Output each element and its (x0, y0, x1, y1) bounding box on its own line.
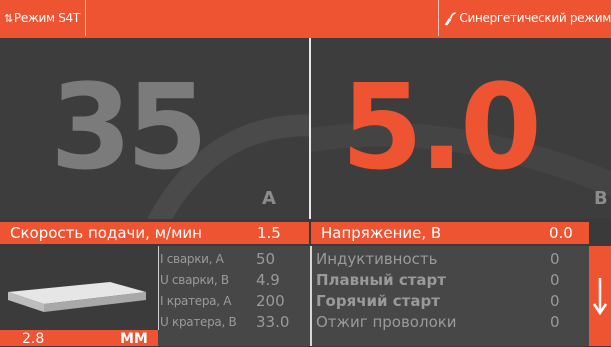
synergic-mode-button[interactable]: Синергетический режим (438, 0, 611, 36)
param-label: U сварки, В (160, 272, 229, 287)
mode-button[interactable]: ⇅ Режим S4T (0, 0, 86, 36)
param-value: 33.0 (256, 312, 290, 331)
voltage-unit: B (594, 188, 608, 209)
arrow-down-icon (593, 278, 607, 316)
thickness-bar[interactable]: 2.8 ММ (0, 330, 158, 347)
param-label: Отжиг проволоки (316, 312, 457, 331)
param-label: Горячий старт (316, 291, 440, 310)
wire-speed-label: Скорость подачи, м/мин (10, 224, 202, 242)
advanced-params-list: Индуктивность 0 Плавный старт 0 Горячий … (316, 248, 586, 332)
metal-plate-icon (8, 282, 146, 312)
param-label: Плавный старт (316, 270, 446, 289)
list-item[interactable]: U кратера, В 33.0 (160, 311, 310, 332)
param-label: I сварки, А (160, 251, 224, 266)
up-down-arrows-icon: ⇅ (4, 11, 13, 25)
bottom-divider (310, 246, 312, 346)
voltage-param-value: 0.0 (549, 224, 573, 242)
list-item[interactable]: U сварки, В 4.9 (160, 269, 310, 290)
param-value: 50 (256, 249, 276, 268)
welding-params-list: I сварки, А 50 U сварки, В 4.9 I кратера… (160, 248, 310, 332)
list-item[interactable]: I сварки, А 50 (160, 248, 310, 269)
voltage-param[interactable]: Напряжение, В 0.0 (311, 222, 589, 244)
scroll-down-button[interactable] (589, 246, 611, 346)
list-item[interactable]: Горячий старт 0 (316, 290, 586, 311)
mode-label: Режим S4T (13, 11, 80, 25)
list-item[interactable]: Отжиг проволоки 0 (316, 311, 586, 332)
thickness-unit: ММ (120, 331, 148, 347)
current-value: 35 (50, 58, 208, 196)
list-item[interactable]: I кратера, А 200 (160, 290, 310, 311)
list-item[interactable]: Плавный старт 0 (316, 269, 586, 290)
voltage-param-label: Напряжение, В (321, 224, 442, 242)
wire-speed-value: 1.5 (257, 224, 281, 242)
top-bar: ⇅ Режим S4T Синергетический режим (0, 0, 611, 38)
param-label: U кратера, В (160, 314, 237, 329)
param-value: 0 (550, 270, 560, 289)
voltage-value: 5.0 (341, 58, 542, 196)
current-unit: A (262, 188, 276, 209)
voltage-panel[interactable]: 5.0 B (311, 38, 611, 219)
param-value: 4.9 (256, 270, 280, 289)
current-panel[interactable]: 35 A (0, 38, 309, 219)
thickness-value: 2.8 (22, 331, 45, 347)
param-value: 0 (550, 312, 560, 331)
param-label: I кратера, А (160, 293, 232, 308)
torch-icon (444, 12, 456, 26)
wire-speed-param[interactable]: Скорость подачи, м/мин 1.5 (0, 222, 309, 244)
param-label: Индуктивность (316, 249, 438, 268)
list-item[interactable]: Индуктивность 0 (316, 248, 586, 269)
param-value: 0 (550, 291, 560, 310)
param-value: 200 (256, 291, 285, 310)
synergic-mode-label: Синергетический режим (459, 11, 611, 25)
param-value: 0 (550, 249, 560, 268)
